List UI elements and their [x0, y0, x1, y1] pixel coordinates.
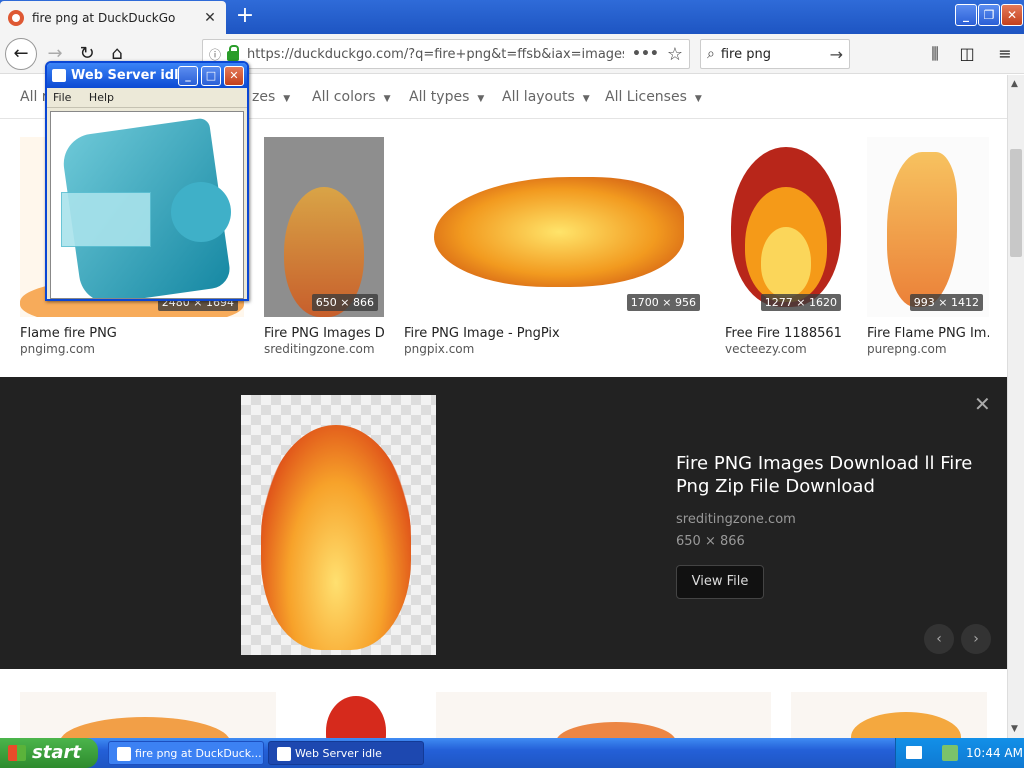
lock-icon [227, 45, 240, 61]
duckduckgo-favicon-icon [8, 9, 24, 26]
taskbar-item-browser[interactable]: fire png at DuckDuck... [108, 741, 264, 765]
window-close-button[interactable]: ✕ [1001, 4, 1023, 26]
tab-title: fire png at DuckDuckGo [32, 10, 176, 25]
windows-logo-icon [8, 745, 26, 761]
next-arrow-icon[interactable]: › [961, 624, 991, 654]
chevron-down-icon: ▼ [694, 94, 702, 104]
menu-help[interactable]: Help [89, 91, 114, 104]
view-file-button[interactable]: View File [676, 565, 764, 599]
menu-file[interactable]: File [53, 91, 71, 104]
detail-dimensions: 650 × 866 [676, 534, 745, 549]
back-button[interactable]: ← [5, 38, 37, 70]
detail-image[interactable] [241, 395, 436, 655]
scrollbar-thumb[interactable] [1010, 149, 1022, 257]
popup-menubar: File Help [47, 88, 247, 108]
start-button[interactable]: start [0, 738, 98, 768]
library-icon[interactable]: ⫼ [922, 42, 948, 66]
search-query[interactable]: fire png [721, 47, 830, 62]
result-source: pngpix.com [404, 342, 475, 356]
result-source: purepng.com [867, 342, 947, 356]
scroll-up-icon[interactable]: ▲ [1011, 79, 1018, 89]
result-card[interactable] [20, 692, 276, 738]
result-card[interactable] [791, 692, 987, 738]
result-card[interactable] [296, 692, 416, 738]
bookmark-star-icon[interactable]: ☆ [667, 44, 683, 65]
taskbar-item-web-server[interactable]: Web Server idle [268, 741, 424, 765]
result-thumbnail[interactable]: 650 × 866 [264, 137, 384, 317]
scroll-down-icon[interactable]: ▼ [1011, 724, 1018, 734]
result-thumbnail[interactable]: 1277 × 1620 [725, 137, 847, 317]
new-tab-button[interactable]: + [232, 4, 258, 30]
image-dimensions: 993 × 1412 [909, 294, 983, 311]
result-title[interactable]: Free Fire 1188561 P... [725, 326, 847, 341]
filter-colors[interactable]: All colors ▼ [312, 89, 391, 105]
detail-title[interactable]: Fire PNG Images Download ll Fire Png Zip… [676, 452, 976, 498]
chevron-down-icon: ▼ [283, 94, 291, 104]
window-minimize-button[interactable]: _ [955, 4, 977, 26]
chevron-down-icon: ▼ [383, 94, 391, 104]
windows-taskbar: start fire png at DuckDuck... Web Server… [0, 738, 1024, 768]
image-detail-panel: Fire PNG Images Download ll Fire Png Zip… [0, 377, 1007, 669]
popup-maximize-button[interactable]: □ [201, 66, 221, 86]
result-card[interactable] [436, 692, 771, 738]
filter-all-regions[interactable]: All r [20, 89, 48, 105]
popup-minimize-button[interactable]: _ [178, 66, 198, 86]
result-title[interactable]: Flame fire PNG [20, 326, 244, 341]
info-icon[interactable]: ⓘ [209, 46, 221, 63]
result-thumbnail[interactable]: 1700 × 956 [404, 137, 706, 317]
app-icon [277, 747, 291, 761]
result-source: sreditingzone.com [264, 342, 375, 356]
image-dimensions: 1277 × 1620 [760, 294, 841, 311]
browser-icon [117, 747, 131, 761]
sidebar-icon[interactable]: ◫ [954, 42, 980, 66]
chevron-down-icon: ▼ [582, 94, 590, 104]
browser-search-box[interactable]: ⌕ fire png → [700, 39, 850, 69]
browser-titlebar: fire png at DuckDuckGo ✕ + _ ❐ ✕ [0, 0, 1024, 34]
system-tray: 10:44 AM [895, 738, 1024, 768]
result-title[interactable]: Fire PNG Image - PngPix [404, 326, 706, 341]
url-text[interactable]: https://duckduckgo.com/?q=fire+png&t=ffs… [247, 47, 624, 62]
result-source: pngimg.com [20, 342, 95, 356]
window-restore-button[interactable]: ❐ [978, 4, 1000, 26]
result-source: vecteezy.com [725, 342, 807, 356]
hamburger-menu-icon[interactable]: ≡ [992, 42, 1018, 66]
filter-sizes[interactable]: zes ▼ [252, 89, 290, 105]
tab-close-icon[interactable]: ✕ [202, 10, 218, 26]
result-title[interactable]: Fire PNG Images D... [264, 326, 384, 341]
page-actions-icon[interactable]: ••• [632, 46, 659, 62]
app-icon [52, 69, 66, 82]
image-dimensions: 650 × 866 [311, 294, 378, 311]
web-server-window: Web Server idle _ □ ✕ File Help [45, 61, 249, 301]
page-scrollbar[interactable]: ▲ ▼ [1007, 75, 1024, 738]
image-dimensions: 1700 × 956 [626, 294, 700, 311]
filter-licenses[interactable]: All Licenses ▼ [605, 89, 702, 105]
previous-arrow-icon[interactable]: ‹ [924, 624, 954, 654]
close-icon[interactable]: ✕ [974, 392, 991, 416]
result-thumbnail[interactable]: 993 × 1412 [867, 137, 989, 317]
search-icon: ⌕ [707, 46, 715, 62]
result-title[interactable]: Fire Flame PNG Im... [867, 326, 989, 341]
filter-types[interactable]: All types ▼ [409, 89, 484, 105]
puzzle-illustration [50, 111, 244, 299]
browser-tab[interactable]: fire png at DuckDuckGo ✕ [0, 1, 226, 34]
popup-title: Web Server idle [71, 68, 188, 83]
detail-source[interactable]: sreditingzone.com [676, 512, 796, 527]
popup-titlebar[interactable]: Web Server idle _ □ ✕ [47, 63, 247, 88]
clock[interactable]: 10:44 AM [966, 738, 1023, 768]
filter-layouts[interactable]: All layouts ▼ [502, 89, 590, 105]
keyboard-icon[interactable] [906, 746, 922, 759]
network-icon[interactable] [942, 745, 958, 761]
search-go-icon[interactable]: → [830, 45, 843, 64]
popup-close-button[interactable]: ✕ [224, 66, 244, 86]
chevron-down-icon: ▼ [477, 94, 485, 104]
url-bar[interactable]: ⓘ https://duckduckgo.com/?q=fire+png&t=f… [202, 39, 690, 69]
